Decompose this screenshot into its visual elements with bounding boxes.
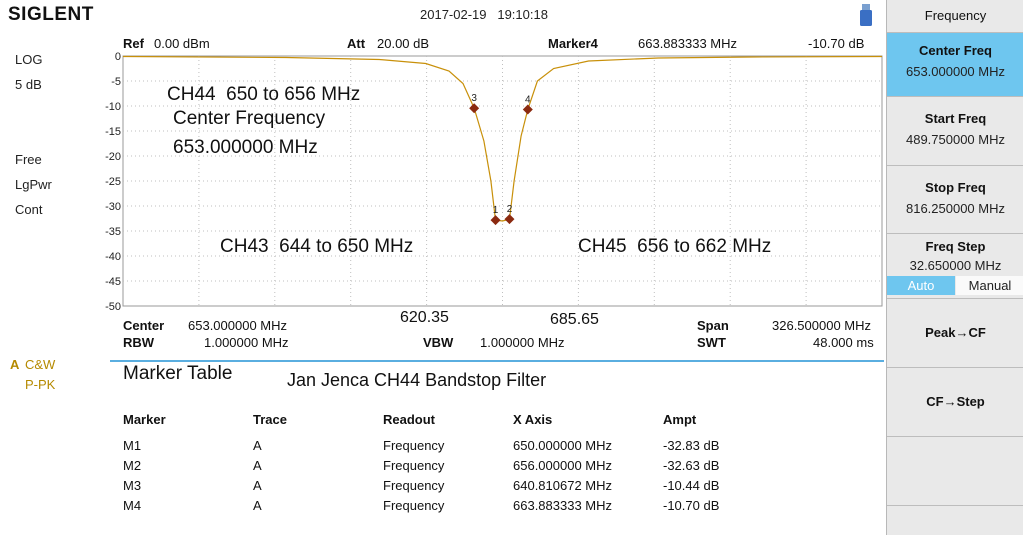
col-marker: Marker <box>123 412 166 427</box>
y-tick-label: -40 <box>105 251 121 263</box>
table-cell: -32.83 dB <box>663 438 720 453</box>
y-tick-label: -45 <box>105 276 121 288</box>
divider <box>110 360 884 362</box>
peak-to-cf-label: Peak→CF <box>925 325 986 340</box>
center-freq-label: Center Freq <box>919 43 992 58</box>
marker-2-point <box>504 214 515 225</box>
y-tick-label: -35 <box>105 226 121 238</box>
col-ampt: Ampt <box>663 412 697 427</box>
ch43-annotation: CH43 644 to 650 MHz <box>220 236 414 257</box>
table-cell: -10.70 dB <box>663 498 720 513</box>
table-cell: M3 <box>123 478 142 493</box>
stop-freq-softkey[interactable]: Stop Freq 816.250000 MHz <box>887 166 1023 234</box>
y-tick-label: -10 <box>105 101 121 113</box>
freq-left-annotation: 620.35 <box>400 309 449 326</box>
swt-label: SWT <box>697 335 726 350</box>
marker-3-label: 3 <box>471 93 477 104</box>
y-tick-label: -25 <box>105 176 121 188</box>
table-cell: A <box>253 438 262 453</box>
table-cell: M1 <box>123 438 142 453</box>
table-cell: 656.000000 MHz <box>513 458 613 473</box>
peak-to-cf-softkey[interactable]: Peak→CF <box>887 299 1023 368</box>
start-freq-softkey[interactable]: Start Freq 489.750000 MHz <box>887 97 1023 166</box>
table-cell: 640.810672 MHz <box>513 478 613 493</box>
center-value: 653.000000 MHz <box>188 318 288 333</box>
vbw-value: 1.000000 MHz <box>480 335 565 350</box>
y-tick-label: -30 <box>105 201 121 213</box>
freq-step-auto-toggle[interactable]: Auto <box>887 276 955 295</box>
spectrum-plot[interactable]: 0 -5 -10 -15 -20 -25 -30 -35 -40 -45 -50 1 2 3 4 <box>0 0 886 320</box>
table-cell: Frequency <box>383 478 445 493</box>
cf-to-step-softkey[interactable]: CF→Step <box>887 368 1023 437</box>
marker-table-subtitle: Jan Jenca CH44 Bandstop Filter <box>287 370 547 390</box>
table-cell: -32.63 dB <box>663 458 720 473</box>
table-cell: -10.44 dB <box>663 478 720 493</box>
menu-title: Frequency <box>887 0 1023 33</box>
table-cell: A <box>253 478 262 493</box>
vbw-label: VBW <box>423 335 454 350</box>
trace-letter: A <box>10 357 20 372</box>
softkey-panel: Frequency Center Freq 653.000000 MHz Sta… <box>886 0 1023 535</box>
table-cell: A <box>253 458 262 473</box>
center-frequency-annotation: Center Frequency <box>173 108 326 129</box>
trace-mode: C&W <box>25 357 56 372</box>
y-tick-label: -5 <box>111 76 121 88</box>
y-tick-label: -20 <box>105 151 121 163</box>
y-tick-label: -50 <box>105 301 121 313</box>
start-freq-label: Start Freq <box>924 111 987 126</box>
col-readout: Readout <box>383 412 435 427</box>
marker-3-point <box>469 103 480 114</box>
ch44-annotation: CH44 650 to 656 MHz <box>167 84 361 105</box>
swt-value: 48.000 ms <box>813 335 874 350</box>
marker-1-point <box>490 215 501 226</box>
table-cell: A <box>253 498 262 513</box>
center-freq-value: 653.000000 MHz <box>905 64 1005 79</box>
y-axis-ticks: 0 -5 -10 -15 -20 -25 -30 -35 -40 -45 -50 <box>105 51 121 313</box>
freq-step-manual-toggle[interactable]: Manual <box>956 276 1023 295</box>
marker-set: 1 2 3 4 <box>469 93 533 226</box>
rbw-label: RBW <box>123 335 155 350</box>
stop-freq-value: 816.250000 MHz <box>905 201 1005 216</box>
start-freq-value: 489.750000 MHz <box>905 132 1005 147</box>
span-value: 326.500000 MHz <box>772 318 872 333</box>
y-tick-label: 0 <box>115 51 121 63</box>
table-cell: Frequency <box>383 438 445 453</box>
marker-table-title: Marker Table <box>123 363 233 384</box>
marker-4-label: 4 <box>525 95 531 106</box>
freq-step-label: Freq Step <box>925 239 986 254</box>
table-cell: M4 <box>123 498 142 513</box>
empty-softkey[interactable] <box>887 437 1023 506</box>
ch45-annotation: CH45 656 to 662 MHz <box>578 236 772 257</box>
table-cell: 650.000000 MHz <box>513 438 613 453</box>
freq-step-value: 32.650000 MHz <box>909 258 1002 273</box>
rbw-value: 1.000000 MHz <box>204 335 289 350</box>
col-trace: Trace <box>253 412 287 427</box>
center-label: Center <box>123 318 165 333</box>
table-cell: Frequency <box>383 458 445 473</box>
freq-right-annotation: 685.65 <box>550 311 599 328</box>
marker-1-label: 1 <box>493 205 499 216</box>
center-frequency-value-annotation: 653.000000 MHz <box>173 137 318 158</box>
span-label: Span <box>697 318 729 333</box>
marker-2-label: 2 <box>507 204 513 215</box>
table-cell: M2 <box>123 458 142 473</box>
y-tick-label: -15 <box>105 126 121 138</box>
col-x-axis: X Axis <box>513 412 553 427</box>
stop-freq-label: Stop Freq <box>925 180 986 195</box>
cf-to-step-label: CF→Step <box>926 394 985 409</box>
table-cell: 663.883333 MHz <box>513 498 613 513</box>
empty-softkey[interactable] <box>887 506 1023 535</box>
center-freq-softkey[interactable]: Center Freq 653.000000 MHz <box>887 33 1023 97</box>
trace-detect: P-PK <box>25 377 56 392</box>
table-cell: Frequency <box>383 498 445 513</box>
